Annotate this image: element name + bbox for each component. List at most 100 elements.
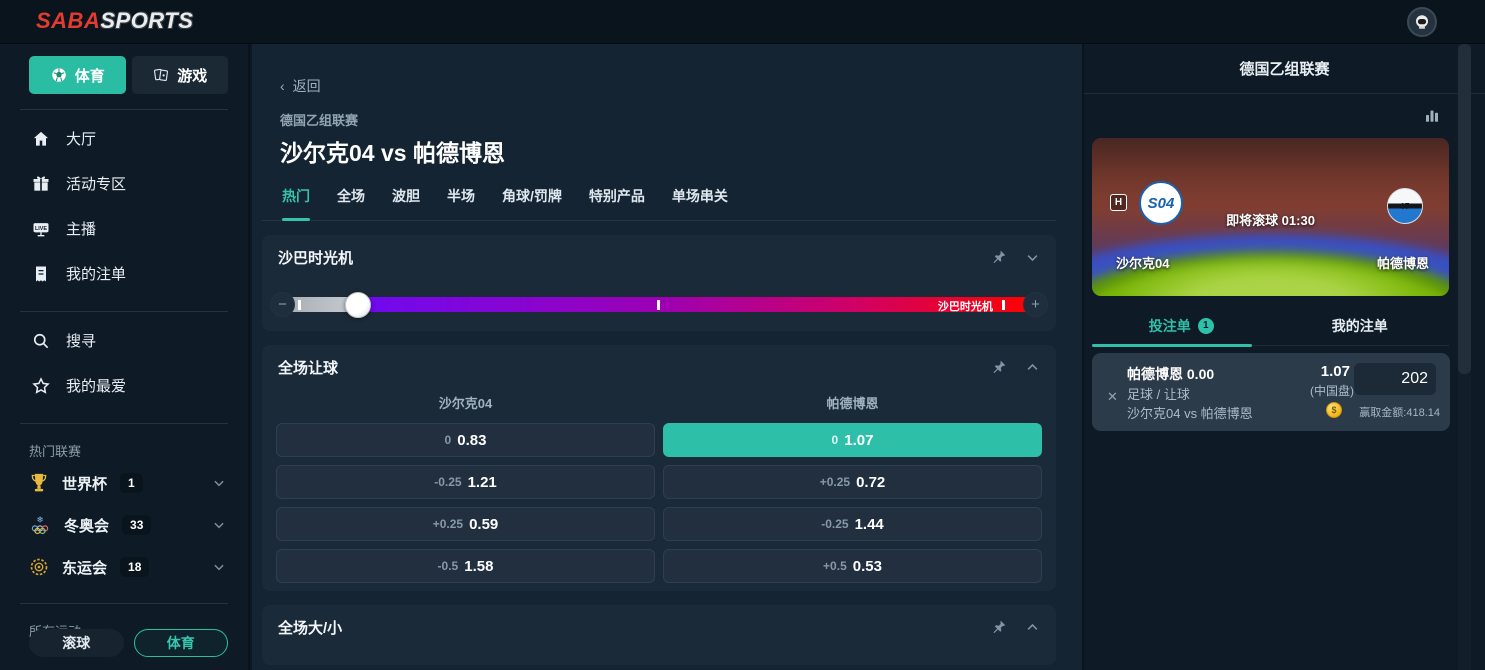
- collapse-chevron-up-icon[interactable]: [1025, 620, 1040, 635]
- odds-button-home[interactable]: -0.25 1.21: [276, 465, 655, 499]
- my-bets-tab-label: 我的注单: [1332, 316, 1388, 336]
- away-team-name: 帕德博恩: [1377, 253, 1429, 272]
- logo-sports: SPORTS: [100, 8, 193, 33]
- handicap-title: 全场让球: [278, 357, 991, 378]
- chevron-down-icon[interactable]: [212, 518, 226, 532]
- mode-live-button[interactable]: 滚球: [29, 629, 124, 657]
- odds-button-away-selected[interactable]: 0 1.07: [663, 423, 1042, 457]
- slider-tick: [298, 300, 301, 310]
- odds-button-away[interactable]: -0.25 1.44: [663, 507, 1042, 541]
- user-avatar[interactable]: [1407, 7, 1437, 37]
- sidebar-item-label: 我的注单: [66, 263, 126, 284]
- odds-value: 0.59: [469, 516, 498, 533]
- odds-value: 0.72: [856, 474, 885, 491]
- remove-bet-icon[interactable]: ✕: [1107, 389, 1118, 405]
- handicap-value: 0: [445, 433, 452, 447]
- sidebar-league-world-cup[interactable]: 世界杯 1: [0, 462, 248, 504]
- tab-correct-score[interactable]: 波胆: [392, 186, 420, 220]
- away-column-header: 帕德博恩: [663, 389, 1042, 415]
- stake-input[interactable]: [1354, 363, 1436, 395]
- match-preview-card[interactable]: H S04 07 即将滚球 01:30 沙尔克04 帕德博恩: [1092, 138, 1449, 296]
- match-status: 即将滚球 01:30: [1092, 210, 1449, 229]
- right-panel-scrollbar[interactable]: [1458, 44, 1471, 670]
- tab-corners-cards[interactable]: 角球/罚牌: [502, 186, 562, 220]
- handicap-value: 0: [832, 433, 839, 447]
- pin-icon[interactable]: [991, 249, 1007, 265]
- sidebar-item-promotions[interactable]: 活动专区: [0, 161, 248, 206]
- chevron-down-icon[interactable]: [212, 476, 226, 490]
- sidebar-item-label: 我的最爱: [66, 375, 126, 396]
- handicap-odds-grid: 沙尔克04 帕德博恩 0 0.83 0 1.07 -0.25 1.21 +0.2…: [262, 389, 1056, 591]
- bar-chart-icon[interactable]: [1423, 106, 1441, 124]
- bet-slip-count-badge: 1: [1198, 318, 1214, 334]
- odds-button-home[interactable]: +0.25 0.59: [276, 507, 655, 541]
- back-chevron-icon: ‹: [280, 78, 285, 94]
- tab-bet-slip[interactable]: 投注单 1: [1092, 306, 1271, 345]
- tab-single-parlay[interactable]: 单场串关: [672, 186, 728, 220]
- sidebar-item-label: 活动专区: [66, 173, 126, 194]
- odds-value: 1.21: [468, 474, 497, 491]
- league-name: 东运会: [62, 557, 107, 578]
- odds-button-away[interactable]: +0.25 0.72: [663, 465, 1042, 499]
- odds-value: 0.83: [457, 432, 486, 449]
- home-team-name: 沙尔克04: [1116, 253, 1169, 272]
- match-title: 沙尔克04 vs 帕德博恩: [280, 134, 1056, 168]
- sidebar-item-search[interactable]: 搜寻: [0, 318, 248, 363]
- home-icon: [31, 129, 51, 149]
- sidebar-league-winter-olympics[interactable]: ❄ 冬奥会 33: [0, 504, 248, 546]
- topbar: SABASPORTS: [0, 0, 1485, 44]
- world-cup-trophy-icon: [29, 472, 49, 494]
- time-machine-slider: − 沙巴时光机 +: [262, 279, 1056, 331]
- slider-plus-button[interactable]: +: [1023, 292, 1048, 317]
- gift-icon: [31, 174, 51, 194]
- tab-hot[interactable]: 热门: [282, 186, 310, 220]
- home-badge: H: [1110, 194, 1127, 211]
- sidebar-item-lobby[interactable]: 大厅: [0, 116, 248, 161]
- sidebar-item-favorites[interactable]: 我的最爱: [0, 363, 248, 408]
- sidebar-item-streamer[interactable]: LIVE 主播: [0, 206, 248, 251]
- home-column-header: 沙尔克04: [276, 389, 655, 415]
- sidebar-item-label: 主播: [66, 218, 96, 239]
- search-icon: [31, 331, 51, 351]
- saba-sports-logo[interactable]: SABASPORTS: [36, 8, 193, 34]
- mode-sports-button[interactable]: 体育: [134, 629, 229, 657]
- svg-text:❄: ❄: [36, 514, 43, 524]
- odds-value: 1.58: [464, 558, 493, 575]
- pin-icon[interactable]: [991, 359, 1007, 375]
- collapse-chevron-up-icon[interactable]: [1025, 360, 1040, 375]
- tab-full-time[interactable]: 全场: [337, 186, 365, 220]
- handicap-value: -0.25: [434, 475, 461, 489]
- collapse-chevron-down-icon[interactable]: [1025, 250, 1040, 265]
- back-button[interactable]: ‹ 返回: [280, 76, 321, 96]
- slider-knob[interactable]: [345, 292, 371, 318]
- winter-olympics-icon: ❄: [29, 514, 51, 536]
- bet-market: 足球 / 让球: [1127, 384, 1190, 403]
- odds-button-away[interactable]: +0.5 0.53: [663, 549, 1042, 583]
- sidebar-league-east-asian-games[interactable]: 东运会 18: [0, 546, 248, 588]
- tab-my-bets[interactable]: 我的注单: [1271, 306, 1450, 345]
- league-name: 冬奥会: [64, 515, 109, 536]
- sidebar-divider: [20, 603, 228, 604]
- bet-slip-tabs: 投注单 1 我的注单: [1092, 306, 1449, 346]
- full-time-over-under-panel: 全场大/小: [262, 605, 1056, 665]
- handicap-value: +0.5: [823, 559, 847, 573]
- slider-track[interactable]: 沙巴时光机: [288, 297, 1030, 312]
- sidebar-item-my-bets[interactable]: 我的注单: [0, 251, 248, 296]
- time-machine-panel: 沙巴时光机 − 沙巴时光机 +: [262, 235, 1056, 331]
- league-count-badge: 33: [122, 515, 151, 535]
- slider-tick: [1002, 300, 1005, 310]
- slider-minus-button[interactable]: −: [270, 292, 295, 317]
- odds-button-home[interactable]: -0.5 1.58: [276, 549, 655, 583]
- pin-icon[interactable]: [991, 619, 1007, 635]
- tab-specials[interactable]: 特别产品: [589, 186, 645, 220]
- chevron-down-icon[interactable]: [212, 560, 226, 574]
- tab-half-time[interactable]: 半场: [447, 186, 475, 220]
- over-under-title: 全场大/小: [278, 617, 991, 638]
- odds-button-home[interactable]: 0 0.83: [276, 423, 655, 457]
- scrollbar-thumb[interactable]: [1458, 44, 1471, 374]
- sidebar-tab-games-label: 游戏: [177, 65, 207, 86]
- slider-tick: [657, 300, 660, 310]
- sidebar-tab-games[interactable]: 游戏: [132, 56, 229, 94]
- sidebar-tab-sports[interactable]: 体育: [29, 56, 126, 94]
- handicap-value: +0.25: [820, 475, 850, 489]
